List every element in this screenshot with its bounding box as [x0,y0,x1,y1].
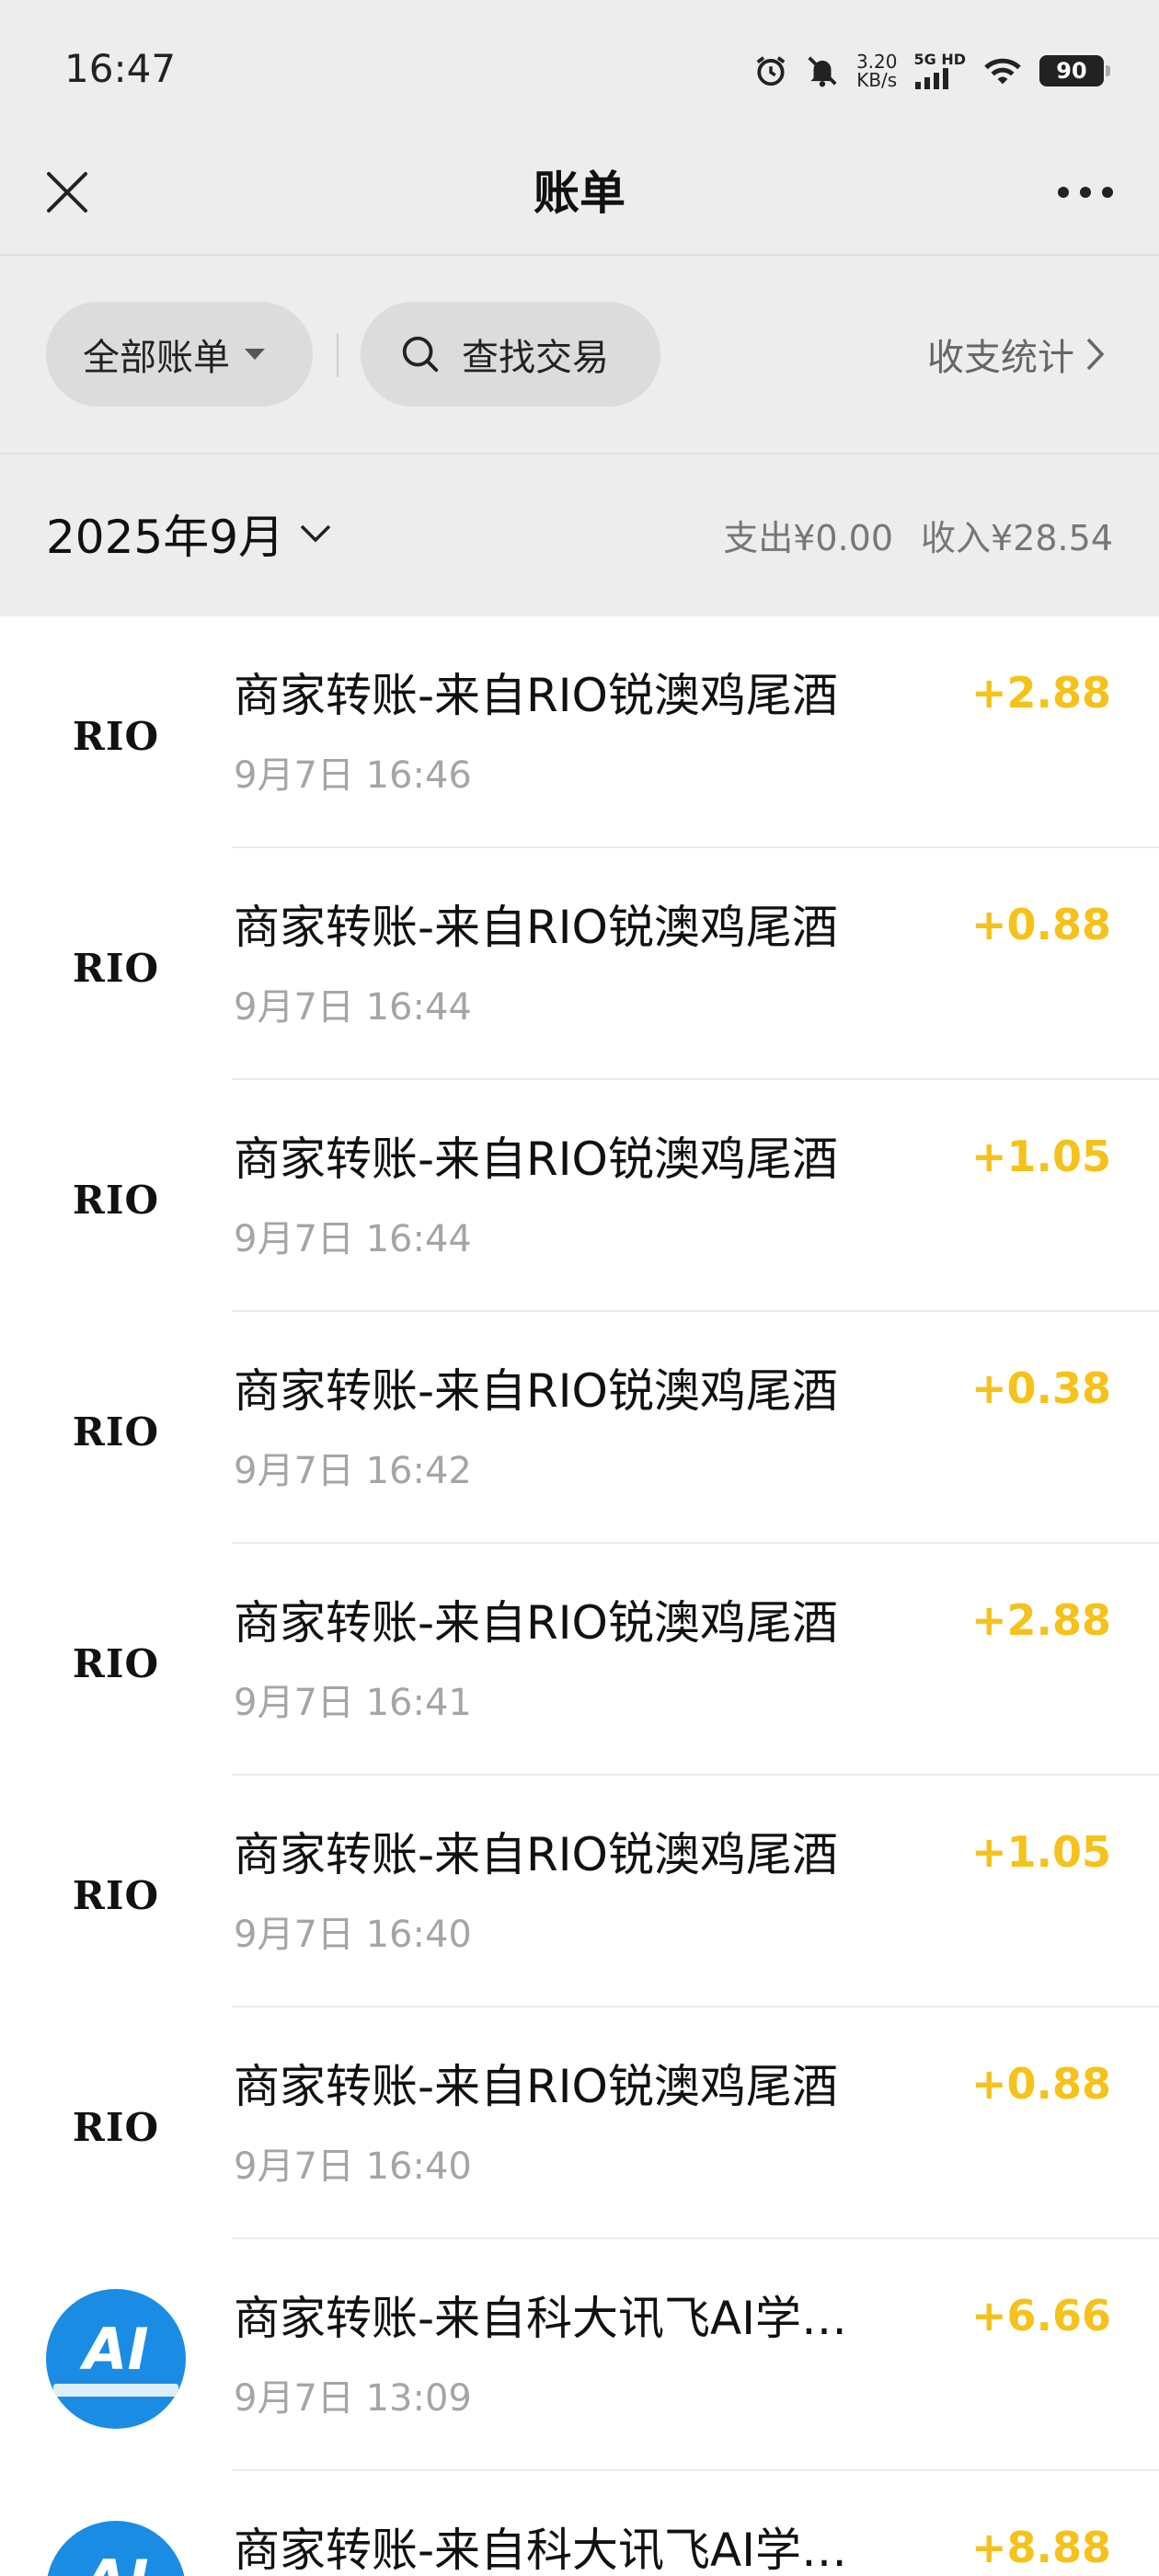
ai-logo-letters: AI [83,2316,149,2383]
merchant-avatar: AI [44,2287,188,2431]
transaction-title: 商家转账-来自科大讯飞AI学… [234,2524,847,2576]
all-bills-label: 全部账单 [83,337,230,379]
transaction-time: 9月7日 16:42 [234,1450,472,1492]
transaction-amount: +1.05 [970,1132,1111,1181]
transaction-time: 9月7日 16:41 [234,1682,472,1724]
transaction-row[interactable]: RIO 商家转账-来自RIO锐澳鸡尾酒 9月7日 16:40 +1.05 [0,1776,1159,2007]
ai-logo-tagline [53,2384,178,2397]
more-icon [1058,187,1113,198]
transaction-row[interactable]: RIO 商家转账-来自RIO锐澳鸡尾酒 9月7日 16:42 +0.38 [0,1312,1159,1544]
transaction-row[interactable]: RIO 商家转账-来自RIO锐澳鸡尾酒 9月7日 16:40 +0.88 [0,2007,1159,2239]
page-title: 账单 [534,167,625,220]
iflytek-ai-logo: AI [46,2521,186,2576]
rio-logo: RIO [72,713,160,759]
transaction-amount: +0.88 [970,2059,1111,2109]
battery-indicator: 90 [1039,55,1110,86]
merchant-avatar: AI [44,2519,188,2576]
mute-bell-icon [808,56,837,87]
transaction-title: 商家转账-来自科大讯飞AI学… [234,2292,847,2345]
transaction-amount: +0.88 [970,900,1111,949]
transaction-row[interactable]: RIO 商家转账-来自RIO锐澳鸡尾酒 9月7日 16:41 +2.88 [0,1544,1159,1776]
all-bills-dropdown[interactable]: 全部账单 [46,302,313,407]
transaction-amount: +2.88 [970,668,1111,718]
transaction-list: RIO 商家转账-来自RIO锐澳鸡尾酒 9月7日 16:46 +2.88 RIO 商家转账… [0,616,1159,2576]
transaction-title: 商家转账-来自RIO锐澳鸡尾酒 [234,669,838,722]
transaction-amount: +8.88 [970,2523,1111,2572]
rio-logo: RIO [72,2104,160,2150]
transaction-amount: +6.66 [970,2291,1111,2340]
rio-logo: RIO [72,1409,160,1455]
month-label: 2025年9月 [46,511,285,564]
transaction-row[interactable]: RIO 商家转账-来自RIO锐澳鸡尾酒 9月7日 16:44 +1.05 [0,1080,1159,1312]
transaction-amount: +2.88 [970,1595,1111,1645]
month-summary: 2025年9月 支出¥0.00 收入¥28.54 [0,453,1159,616]
transaction-title: 商家转账-来自RIO锐澳鸡尾酒 [234,1828,838,1881]
iflytek-ai-logo: AI [46,2289,186,2429]
merchant-avatar: RIO [44,1592,188,1735]
transaction-title: 商家转账-来自RIO锐澳鸡尾酒 [234,1133,838,1186]
merchant-avatar: RIO [44,664,188,808]
transaction-time: 9月7日 16:44 [234,1218,472,1260]
transaction-row[interactable]: AI 商家转账-来自科大讯飞AI学… 9月7日 13:09 +6.66 [0,2239,1159,2471]
header-area: 16:47 3.20 KB/s 5G HD 90 账单 全部账单 查找交易 收支… [0,0,1159,616]
transaction-time: 9月7日 16:40 [234,2145,472,2188]
signal-icon [915,68,949,89]
merchant-avatar: RIO [44,1360,188,1503]
month-totals: 支出¥0.00 收入¥28.54 [723,510,1113,560]
transaction-row[interactable]: RIO 商家转账-来自RIO锐澳鸡尾酒 9月7日 16:44 +0.88 [0,848,1159,1080]
transaction-row[interactable]: RIO 商家转账-来自RIO锐澳鸡尾酒 9月7日 16:46 +2.88 [0,616,1159,848]
transaction-title: 商家转账-来自RIO锐澳鸡尾酒 [234,901,838,954]
net-speed: 3.20 KB/s [855,51,898,91]
transaction-title: 商家转账-来自RIO锐澳鸡尾酒 [234,1364,838,1418]
transaction-time: 9月7日 13:09 [234,2377,472,2420]
search-label: 查找交易 [462,337,609,379]
transaction-time: 9月7日 16:40 [234,1914,472,1956]
transaction-time: 9月7日 16:44 [234,986,472,1029]
transaction-row[interactable]: AI 商家转账-来自科大讯飞AI学… +8.88 [0,2471,1159,2576]
merchant-avatar: RIO [44,2055,188,2199]
status-icons: 3.20 KB/s 5G HD 90 [753,48,1110,94]
merchant-avatar: RIO [44,1128,188,1271]
merchant-avatar: RIO [44,1823,188,1967]
transaction-amount: +1.05 [970,1827,1111,1877]
month-picker[interactable]: 2025年9月 [46,500,332,567]
chevron-down-icon [300,524,331,543]
toolbar-divider [337,333,339,377]
cellular-signal: 5G HD [913,52,966,89]
chevron-right-icon [1086,338,1105,371]
wifi-icon [984,58,1021,85]
transaction-title: 商家转账-来自RIO锐澳鸡尾酒 [234,2060,838,2113]
rio-logo: RIO [72,945,160,991]
alarm-icon [756,56,786,86]
stats-label: 收支统计 [927,337,1074,379]
nav-bar: 账单 [0,138,1159,254]
rio-logo: RIO [72,1177,160,1223]
income-total: 收入¥28.54 [921,518,1113,558]
transaction-title: 商家转账-来自RIO锐澳鸡尾酒 [234,1596,838,1650]
status-time: 16:47 [64,46,177,91]
rio-logo: RIO [72,1640,160,1686]
search-icon [402,336,439,373]
transaction-time: 9月7日 16:46 [234,754,472,797]
rio-logo: RIO [72,1872,160,1918]
merchant-avatar: RIO [44,896,188,1040]
transaction-amount: +0.38 [970,1363,1111,1413]
expense-total: 支出¥0.00 [723,518,894,558]
income-expense-stats-link[interactable]: 收支统计 [927,328,1106,381]
filter-toolbar: 全部账单 查找交易 收支统计 [0,254,1159,453]
status-bar: 16:47 3.20 KB/s 5G HD 90 [0,0,1159,138]
caret-down-icon [245,349,265,360]
ai-logo-letters: AI [83,2553,148,2576]
more-button[interactable] [1049,160,1122,224]
search-transactions-button[interactable]: 查找交易 [361,302,660,407]
